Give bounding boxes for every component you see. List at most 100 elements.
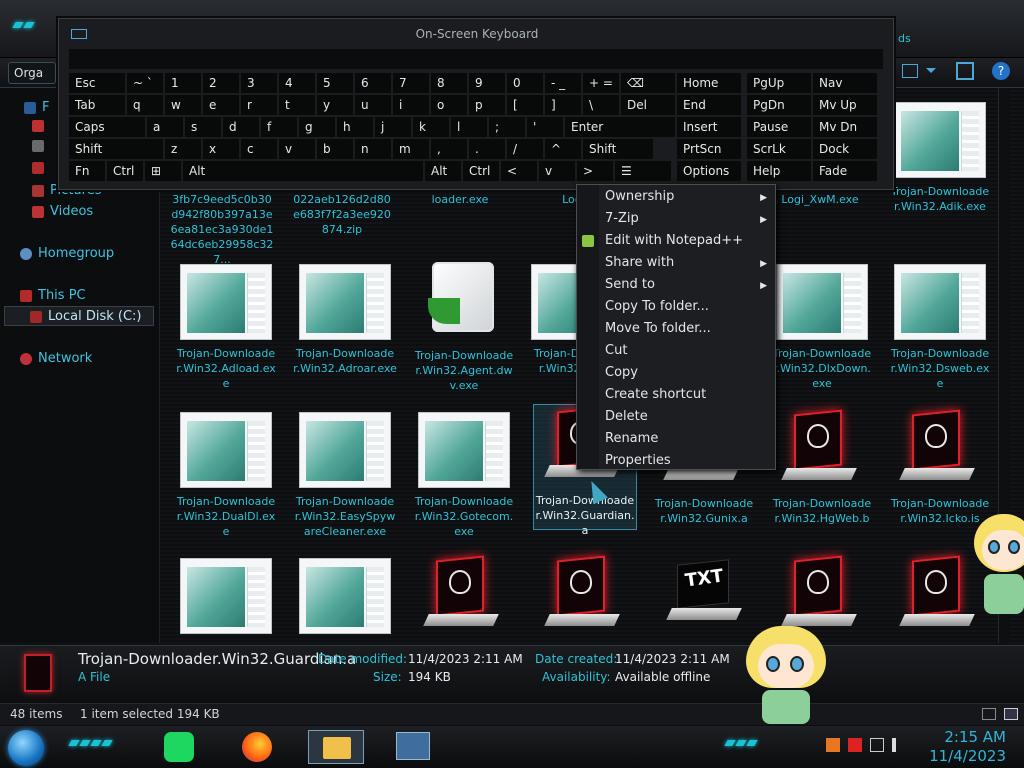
nav-item-homegroup[interactable]: Homegroup <box>20 246 114 261</box>
key-row1-9[interactable]: 8 <box>431 73 467 93</box>
key-row2-14[interactable]: Del <box>621 95 675 115</box>
key-row3-6[interactable]: h <box>337 117 373 137</box>
context-menu-item[interactable]: Share with <box>605 255 674 270</box>
key-nav-3-2[interactable]: Dock <box>813 139 877 159</box>
file-item[interactable]: Trojan-Downloader.Win32.DlxDown.exe <box>770 264 874 391</box>
key-row3-9[interactable]: l <box>451 117 487 137</box>
help-icon[interactable]: ? <box>992 62 1010 80</box>
context-menu-item[interactable]: Edit with Notepad++ <box>605 233 743 248</box>
key-row4-12[interactable]: Shift <box>583 139 653 159</box>
key-row2-8[interactable]: i <box>393 95 429 115</box>
key-row3-3[interactable]: d <box>223 117 259 137</box>
key-row2-5[interactable]: t <box>279 95 315 115</box>
key-row3-12[interactable]: Enter <box>565 117 675 137</box>
nav-item-favorites[interactable]: F <box>24 100 49 115</box>
network-tray-icon[interactable] <box>870 738 884 752</box>
key-row4-3[interactable]: c <box>241 139 277 159</box>
file-item[interactable]: Logi_XwM.exe <box>768 192 872 207</box>
key-row5-8[interactable]: > <box>577 161 613 181</box>
key-nav-4-1[interactable]: Help <box>747 161 811 181</box>
file-item[interactable]: Trojan-Downloader.Win32.Gotecom.exe <box>412 412 516 539</box>
tray-icons[interactable] <box>826 738 924 756</box>
key-row2-12[interactable]: ] <box>545 95 581 115</box>
nav-item-this-pc[interactable]: This PC <box>20 288 86 303</box>
file-item[interactable]: loader.exe <box>408 192 512 207</box>
key-row1-6[interactable]: 5 <box>317 73 353 93</box>
key-nav-1-2[interactable]: Mv Up <box>813 95 877 115</box>
file-item[interactable]: Trojan-Downloader.Win32.Adload.exe <box>174 264 278 391</box>
nav-item-network[interactable]: Network <box>20 351 92 366</box>
key-row4-0[interactable]: Shift <box>69 139 163 159</box>
file-item[interactable]: Trojan-Downloader.Win32.Adroar.exe <box>293 264 397 376</box>
key-row1-7[interactable]: 6 <box>355 73 391 93</box>
organize-button[interactable]: Orga <box>8 62 56 84</box>
key-row1-5[interactable]: 4 <box>279 73 315 93</box>
key-row1-0[interactable]: Esc <box>69 73 125 93</box>
key-row2-2[interactable]: w <box>165 95 201 115</box>
key-row4-10[interactable]: / <box>507 139 543 159</box>
preview-pane-icon[interactable] <box>956 62 974 80</box>
key-row1-14[interactable]: ⌫ <box>621 73 675 93</box>
key-row5-7[interactable]: v <box>539 161 575 181</box>
key-row2-0[interactable]: Tab <box>69 95 125 115</box>
context-menu-item[interactable]: Move To folder... <box>605 321 711 336</box>
key-row4-2[interactable]: x <box>203 139 239 159</box>
context-menu-item[interactable]: Copy To folder... <box>605 299 709 314</box>
view-dropdown-icon[interactable] <box>926 68 936 78</box>
key-row4-6[interactable]: n <box>355 139 391 159</box>
file-item[interactable]: Trojan-Downloader.Win32.Dsweb.exe <box>888 264 992 391</box>
context-menu-item[interactable]: 7-Zip <box>605 211 639 226</box>
key-row1-10[interactable]: 9 <box>469 73 505 93</box>
key-row3-10[interactable]: ; <box>489 117 525 137</box>
key-nav-2-0[interactable]: Insert <box>677 117 741 137</box>
context-menu-item[interactable]: Rename <box>605 431 658 446</box>
key-row3-11[interactable]: ' <box>527 117 563 137</box>
key-nav-3-1[interactable]: ScrLk <box>747 139 811 159</box>
view-icon[interactable] <box>902 64 918 78</box>
file-explorer-taskbar-button[interactable] <box>308 730 364 764</box>
key-row2-11[interactable]: [ <box>507 95 543 115</box>
key-row2-13[interactable]: \ <box>583 95 619 115</box>
key-row3-2[interactable]: s <box>185 117 221 137</box>
firefox-icon[interactable] <box>242 732 272 762</box>
key-row1-4[interactable]: 3 <box>241 73 277 93</box>
file-item[interactable] <box>174 558 278 634</box>
key-nav-2-2[interactable]: Mv Dn <box>813 117 877 137</box>
context-menu-item[interactable]: Cut <box>605 343 627 358</box>
key-row5-6[interactable]: < <box>501 161 537 181</box>
file-item[interactable]: 3fb7c9eed5c0b30d942f80b397a13e6ea81ec3a9… <box>170 192 274 267</box>
context-menu-item[interactable]: Properties <box>605 453 671 468</box>
key-nav-1-1[interactable]: PgDn <box>747 95 811 115</box>
spotify-icon[interactable] <box>164 732 194 762</box>
clock-date[interactable]: 11/4/2023 <box>929 747 1006 765</box>
file-item[interactable] <box>533 554 637 636</box>
key-row5-0[interactable]: Fn <box>69 161 105 181</box>
key-row2-3[interactable]: e <box>203 95 239 115</box>
key-nav-4-0[interactable]: Options <box>677 161 741 181</box>
key-row2-9[interactable]: o <box>431 95 467 115</box>
file-item[interactable] <box>412 554 516 636</box>
file-item[interactable]: 022aeb126d2d80e683f7f2a3ee920874.zip <box>290 192 394 237</box>
key-row3-0[interactable]: Caps <box>69 117 145 137</box>
file-item[interactable]: Trojan-Downloader.Win32.Agent.dwv.exe <box>412 260 516 393</box>
file-item[interactable]: Trojan-Downloader.Win32.HgWeb.b <box>770 408 874 526</box>
key-row1-8[interactable]: 7 <box>393 73 429 93</box>
key-row2-7[interactable]: u <box>355 95 391 115</box>
key-row5-4[interactable]: Alt <box>425 161 461 181</box>
file-item[interactable] <box>293 558 397 634</box>
key-row1-13[interactable]: + = <box>583 73 619 93</box>
key-nav-0-0[interactable]: Home <box>677 73 741 93</box>
volume-icon[interactable] <box>892 738 906 752</box>
key-nav-1-0[interactable]: End <box>677 95 741 115</box>
key-row3-8[interactable]: k <box>413 117 449 137</box>
context-menu-item[interactable]: Ownership <box>605 189 674 204</box>
file-item[interactable]: Trojan-Downloader.Win32.DualDl.exe <box>174 412 278 539</box>
key-row3-4[interactable]: f <box>261 117 297 137</box>
clock-time[interactable]: 2:15 AM <box>944 728 1006 746</box>
key-row4-1[interactable]: z <box>165 139 201 159</box>
start-button[interactable] <box>8 730 44 766</box>
key-row1-1[interactable]: ~ ` <box>127 73 163 93</box>
key-nav-4-2[interactable]: Fade <box>813 161 877 181</box>
key-row4-9[interactable]: . <box>469 139 505 159</box>
key-row4-5[interactable]: b <box>317 139 353 159</box>
